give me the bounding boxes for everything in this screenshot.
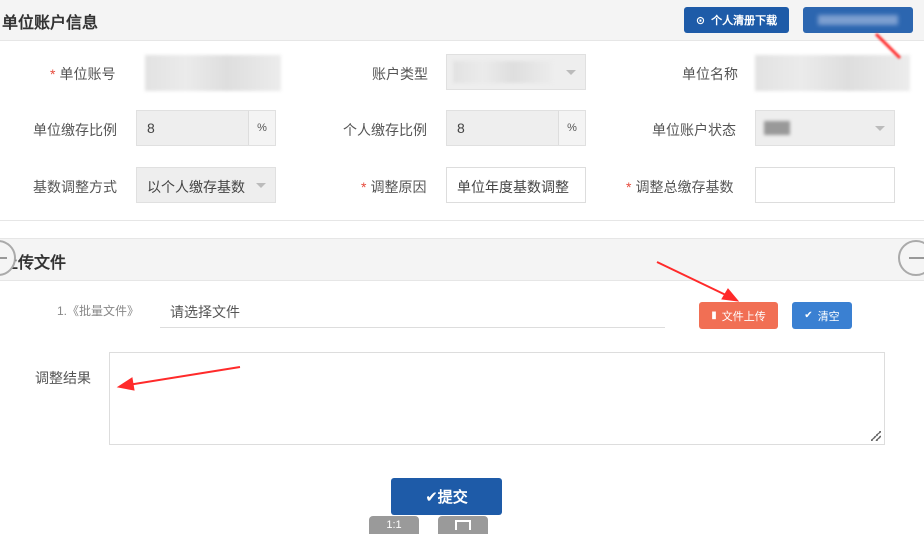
chevron-down-icon [256,183,266,188]
clear-button[interactable]: ✔ 清空 [792,302,852,329]
account-type-select[interactable] [446,54,586,90]
unit-ratio-label: 单位缴存比例 [33,122,117,138]
personal-ratio-field[interactable]: 8 % [446,110,586,146]
account-type-label: 账户类型 [372,66,428,82]
file-select-input[interactable]: 请选择文件 [160,294,665,328]
unit-ratio-value: 8 [147,120,155,136]
unit-status-redacted-value [764,121,790,135]
file-upload-label: 文件上传 [721,310,766,323]
percent-suffix: % [558,111,585,145]
resize-handle-icon[interactable] [871,431,881,441]
personal-ratio-label: 个人缴存比例 [343,122,427,138]
section-title-account-info: 单位账户信息 [2,15,99,32]
unit-name-label: 单位名称 [682,66,738,82]
batch-file-label: 1.《批量文件》 [57,304,140,318]
adjust-method-select[interactable]: 以个人缴存基数 [136,167,276,203]
zoom-level-button[interactable]: 1:1 [369,516,419,534]
file-icon: ▮ [711,310,717,321]
total-base-label: * 调整总缴存基数 [626,179,734,195]
adjust-reason-value: 单位年度基数调整 [457,179,569,195]
fit-screen-icon[interactable] [438,516,488,534]
unit-status-select[interactable] [755,110,895,146]
adjust-method-value: 以个人缴存基数 [147,179,245,195]
section-divider [0,220,924,221]
redacted-header-button[interactable] [803,7,913,33]
account-type-redacted-value [453,61,553,83]
adjust-reason-input[interactable]: 单位年度基数调整 [446,167,586,203]
adjust-reason-label: * 调整原因 [361,179,427,195]
unit-status-label: 单位账户状态 [652,122,736,138]
chevron-down-icon [566,70,576,75]
adjust-method-label: 基数调整方式 [33,179,117,195]
upload-section-header: 上传文件 [0,238,924,281]
download-roster-button[interactable]: ⊙ 个人清册下载 [684,7,789,33]
submit-button[interactable]: ✔提交 [391,478,502,515]
adjust-result-label: 调整结果 [35,370,91,386]
unit-ratio-field[interactable]: 8 % [136,110,276,146]
download-icon: ⊙ [695,14,706,27]
percent-suffix: % [248,111,275,145]
file-placeholder: 请选择文件 [170,304,240,320]
check-icon: ✔ [804,310,813,321]
file-upload-button[interactable]: ▮ 文件上传 [699,302,778,329]
arrow-to-upload-head [721,288,740,302]
total-base-input[interactable] [755,167,895,203]
clear-label: 清空 [817,310,840,323]
download-roster-label: 个人清册下载 [711,15,778,27]
personal-ratio-value: 8 [457,120,465,136]
unit-account-field-redacted[interactable] [145,55,281,91]
chevron-down-icon [875,126,885,131]
redacted-text [818,15,898,25]
unit-account-label: * 单位账号 [50,66,116,82]
unit-name-field-redacted[interactable] [755,55,910,91]
account-info-header: 单位账户信息 ⊙ 个人清册下载 [0,0,924,41]
adjust-result-textarea[interactable] [109,352,885,445]
